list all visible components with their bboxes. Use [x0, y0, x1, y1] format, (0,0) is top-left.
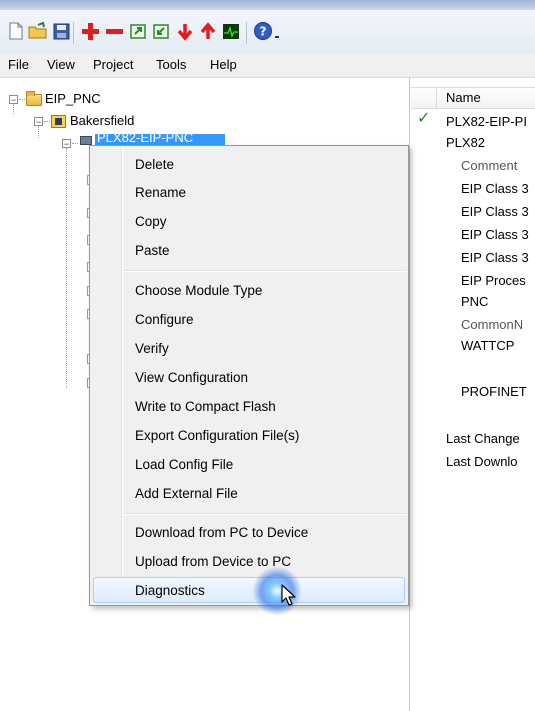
save-icon[interactable] [51, 21, 71, 41]
menu-item-write-compact-flash[interactable]: Write to Compact Flash [135, 399, 276, 414]
menu-separator [124, 513, 406, 515]
tree-connector [19, 99, 25, 100]
help-icon[interactable]: ? [253, 21, 273, 41]
menu-item-load-config-file[interactable]: Load Config File [135, 457, 233, 472]
tree-node-module-label: PLX82-EIP-PNC [97, 134, 194, 145]
menu-project[interactable]: Project [93, 57, 133, 72]
tree-connector [66, 148, 67, 388]
tree-connector [72, 143, 78, 144]
column-divider[interactable] [436, 87, 437, 109]
menu-item-view-configuration[interactable]: View Configuration [135, 370, 248, 385]
property-row[interactable]: EIP Class 3 [461, 227, 529, 242]
upload-icon[interactable] [198, 21, 218, 41]
menu-item-rename[interactable]: Rename [135, 185, 186, 200]
svg-text:?: ? [260, 25, 267, 39]
download-icon[interactable] [175, 21, 195, 41]
property-row[interactable]: PNC [461, 294, 488, 309]
menu-item-download-to-device[interactable]: Download from PC to Device [135, 525, 308, 540]
toolbar-separator [73, 22, 74, 44]
menu-separator [124, 270, 406, 272]
menu-item-paste[interactable]: Paste [135, 243, 170, 258]
site-icon [51, 115, 66, 128]
menu-item-copy[interactable]: Copy [135, 214, 167, 229]
title-bar [0, 0, 535, 10]
add-icon[interactable] [80, 21, 100, 41]
tree-node-site[interactable]: Bakersfield [70, 113, 134, 128]
column-header-name[interactable]: Name [446, 90, 481, 105]
property-row[interactable]: WATTCP [461, 338, 514, 353]
menu-file[interactable]: File [8, 57, 29, 72]
property-row[interactable]: PROFINET [461, 384, 527, 399]
property-row[interactable]: EIP Proces [461, 273, 526, 288]
property-row[interactable]: PLX82-EIP-PI [446, 114, 527, 129]
menu-view[interactable]: View [47, 57, 75, 72]
menu-item-delete[interactable]: Delete [135, 157, 174, 172]
diagnostics-icon[interactable] [221, 21, 241, 41]
toolbar: ? [0, 10, 535, 54]
check-icon: ✓ [417, 110, 431, 127]
properties-pane: Name ✓ PLX82-EIP-PI PLX82 Comment EIP Cl… [411, 78, 535, 711]
menu-help[interactable]: Help [210, 57, 237, 72]
tree-connector [44, 121, 50, 122]
remove-icon[interactable] [104, 21, 124, 41]
tree-connector [38, 126, 39, 138]
import-icon[interactable] [151, 21, 171, 41]
context-menu: Delete Rename Copy Paste Choose Module T… [89, 145, 409, 606]
collapse-toggle[interactable]: − [34, 117, 43, 127]
menu-item-configure[interactable]: Configure [135, 312, 194, 327]
menu-item-diagnostics[interactable]: Diagnostics [135, 583, 205, 598]
property-row[interactable]: EIP Class 3 [461, 204, 529, 219]
tree-node-root[interactable]: EIP_PNC [45, 91, 101, 106]
menu-item-export-configuration[interactable]: Export Configuration File(s) [135, 428, 299, 443]
folder-icon [26, 91, 42, 106]
menu-tools[interactable]: Tools [156, 57, 186, 72]
property-row[interactable]: Last Downlo [446, 454, 518, 469]
export-icon[interactable] [128, 21, 148, 41]
property-row[interactable]: EIP Class 3 [461, 181, 529, 196]
menu-item-verify[interactable]: Verify [135, 341, 169, 356]
mouse-cursor-icon [281, 584, 297, 609]
property-row[interactable]: Last Change [446, 431, 520, 446]
menu-bar [0, 53, 535, 78]
menu-gutter [121, 148, 123, 603]
new-file-icon[interactable] [6, 21, 26, 41]
property-row[interactable]: EIP Class 3 [461, 250, 529, 265]
application-window: ? File View Project Tools Help − EIP_PNC… [0, 0, 535, 711]
property-row[interactable]: Comment [461, 158, 517, 173]
open-folder-icon[interactable] [28, 21, 48, 41]
module-icon [80, 136, 92, 145]
property-row[interactable]: PLX82 [446, 135, 485, 150]
collapse-toggle[interactable]: − [9, 95, 18, 105]
menu-item-add-external-file[interactable]: Add External File [135, 486, 238, 501]
toolbar-separator [246, 22, 247, 44]
menu-item-choose-module-type[interactable]: Choose Module Type [135, 283, 262, 298]
property-row[interactable]: CommonN [461, 317, 523, 332]
chevron-down-icon[interactable] [272, 25, 282, 45]
collapse-toggle[interactable]: − [62, 139, 71, 149]
tree-connector [13, 104, 14, 114]
